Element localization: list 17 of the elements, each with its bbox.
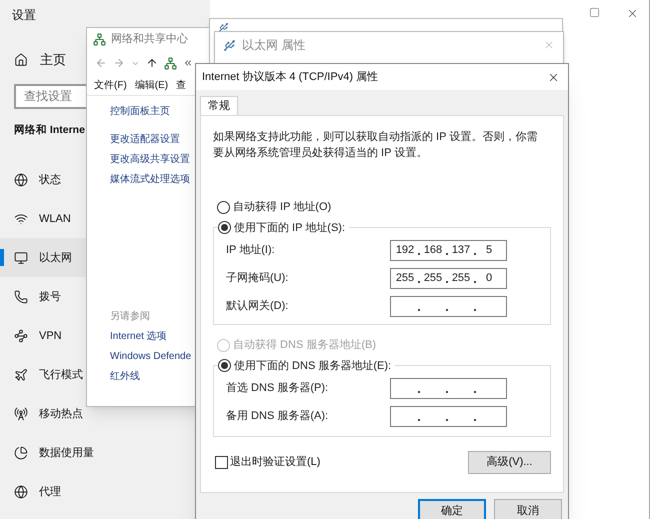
window-title: 网络和共享中心	[111, 32, 188, 47]
dialog-title: Internet 协议版本 4 (TCP/IPv4) 属性	[202, 70, 378, 85]
radio-label: 自动获得 IP 地址(O)	[233, 200, 332, 215]
field-label: 默认网关(D):	[226, 298, 290, 314]
radio-label: 使用下面的 IP 地址(S):	[234, 220, 346, 236]
radio-label: 自动获得 DNS 服务器地址(B)	[233, 338, 376, 353]
field-label: 子网掩码(U):	[226, 270, 290, 286]
field-label: 首选 DNS 服务器(P):	[226, 380, 330, 396]
field-label: IP 地址(I):	[226, 242, 276, 258]
description-text: 如果网络支持此功能，则可以获取自动指派的 IP 设置。否则，你需要从网络系统管理员处获得适当的 IP 设置。	[213, 130, 538, 161]
checkbox-label: 退出时验证设置(L)	[230, 455, 320, 470]
see-also-heading: 另请参阅	[110, 310, 150, 324]
radio-label: 使用下面的 DNS 服务器地址(E):	[234, 358, 392, 374]
window-title: 设置	[12, 7, 37, 24]
section-heading: 网络和 Interne	[14, 122, 85, 138]
window-title: 以太网 属性	[242, 37, 306, 54]
field-label: 备用 DNS 服务器(A):	[226, 408, 330, 424]
